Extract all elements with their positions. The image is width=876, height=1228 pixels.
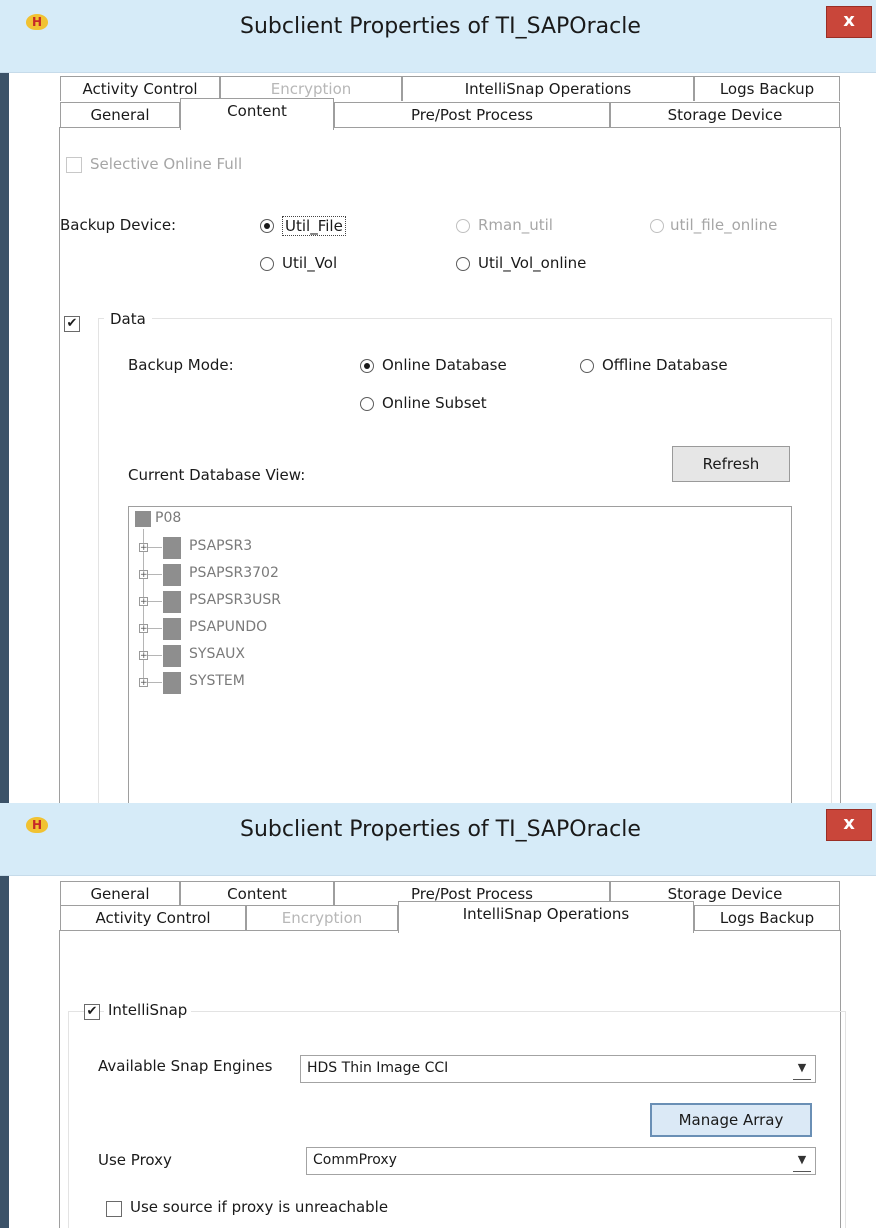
expand-icon[interactable]: + <box>139 543 148 553</box>
snap-engine-value: HDS Thin Image CCI <box>307 1060 449 1076</box>
tab-logs-backup[interactable]: Logs Backup <box>694 76 840 101</box>
intellisnap-label: IntelliSnap <box>104 1001 192 1019</box>
tablespace-icon <box>163 645 181 667</box>
tab-intellisnap-operations[interactable]: IntelliSnap Operations <box>398 901 694 933</box>
tab-encryption[interactable]: Encryption <box>246 905 398 930</box>
offline-database-label: Offline Database <box>602 356 728 374</box>
expand-icon[interactable]: + <box>139 570 148 580</box>
data-checkbox[interactable]: ✔ <box>64 316 80 332</box>
use-proxy-label: Use Proxy <box>98 1151 172 1169</box>
tree-connector <box>148 601 162 602</box>
title-bar: H Subclient Properties of TI_SAPOracle x <box>0 0 876 73</box>
tree-connector <box>148 574 162 575</box>
util-vol-online-label: Util_Vol_online <box>478 254 587 272</box>
database-tree-view[interactable]: P08 + PSAPSR3 + PSAPSR3702 + PSAPSR3USR … <box>128 506 792 803</box>
window-title: Subclient Properties of TI_SAPOracle <box>240 817 641 842</box>
tablespace-icon <box>163 672 181 694</box>
tab-row-front: General Content Pre/Post Process Storage… <box>60 98 840 130</box>
tablespace-icon <box>163 618 181 640</box>
left-window-edge <box>0 0 9 803</box>
online-subset-radio[interactable] <box>360 397 374 411</box>
tablespace-icon <box>163 537 181 559</box>
tree-root-label: P08 <box>155 510 182 526</box>
tree-item-label[interactable]: SYSTEM <box>189 673 245 689</box>
tab-activity-control[interactable]: Activity Control <box>60 905 246 930</box>
util-vol-online-radio[interactable] <box>456 257 470 271</box>
window-title: Subclient Properties of TI_SAPOracle <box>240 14 641 39</box>
tab-general[interactable]: General <box>60 102 180 127</box>
proxy-dropdown[interactable]: CommProxy ▼ <box>306 1147 816 1175</box>
tree-connector <box>148 682 162 683</box>
expand-icon[interactable]: + <box>139 651 148 661</box>
chevron-down-icon[interactable]: ▼ <box>793 1059 811 1080</box>
chevron-down-icon[interactable]: ▼ <box>793 1151 811 1172</box>
tablespace-icon <box>163 591 181 613</box>
tab-storage-device[interactable]: Storage Device <box>610 102 840 127</box>
app-logo-icon: H <box>26 817 48 833</box>
util-file-label: Util_File <box>282 216 346 236</box>
title-bar: H Subclient Properties of TI_SAPOracle x <box>0 803 876 876</box>
util-vol-radio[interactable] <box>260 257 274 271</box>
tab-intellisnap-operations[interactable]: IntelliSnap Operations <box>402 76 694 101</box>
tab-general[interactable]: General <box>60 881 180 906</box>
tree-connector <box>148 655 162 656</box>
data-label: Data <box>104 310 152 328</box>
backup-device-label: Backup Device: <box>60 216 177 234</box>
selective-online-full-label: Selective Online Full <box>90 155 243 173</box>
util-file-radio[interactable] <box>260 219 274 233</box>
close-button[interactable]: x <box>826 6 872 38</box>
tablespace-icon <box>163 564 181 586</box>
rman-util-label: Rman_util <box>478 216 553 234</box>
tab-content[interactable]: Content <box>180 881 334 906</box>
manage-array-button[interactable]: Manage Array <box>650 1103 812 1137</box>
proxy-value: CommProxy <box>313 1152 397 1168</box>
online-subset-label: Online Subset <box>382 394 487 412</box>
util-file-online-radio[interactable] <box>650 219 664 233</box>
use-source-label: Use source if proxy is unreachable <box>130 1198 389 1216</box>
database-icon <box>135 511 151 527</box>
tree-connector <box>148 547 162 548</box>
online-database-radio[interactable] <box>360 359 374 373</box>
bottom-dialog: H Subclient Properties of TI_SAPOracle x… <box>0 803 876 1228</box>
expand-icon[interactable]: + <box>139 624 148 634</box>
snap-engine-dropdown[interactable]: HDS Thin Image CCI ▼ <box>300 1055 816 1083</box>
rman-util-radio[interactable] <box>456 219 470 233</box>
app-logo-icon: H <box>26 14 48 30</box>
selective-online-full-checkbox[interactable] <box>66 157 82 173</box>
snap-engines-label: Available Snap Engines <box>98 1057 273 1075</box>
refresh-button[interactable]: Refresh <box>672 446 790 482</box>
top-dialog: H Subclient Properties of TI_SAPOracle x… <box>0 0 876 803</box>
tab-pre-post-process[interactable]: Pre/Post Process <box>334 102 610 127</box>
current-database-view-label: Current Database View: <box>128 466 306 484</box>
expand-icon[interactable]: + <box>139 597 148 607</box>
tab-row-back: Activity Control Encryption IntelliSnap … <box>60 76 840 102</box>
tree-item-label[interactable]: PSAPUNDO <box>189 619 267 635</box>
util-vol-label: Util_Vol <box>282 254 338 272</box>
use-source-checkbox[interactable] <box>106 1201 122 1217</box>
close-button[interactable]: x <box>826 809 872 841</box>
tree-item-label[interactable]: PSAPSR3702 <box>189 565 279 581</box>
online-database-label: Online Database <box>382 356 507 374</box>
tree-connector <box>148 628 162 629</box>
tree-item-label[interactable]: SYSAUX <box>189 646 245 662</box>
tree-item-label[interactable]: PSAPSR3 <box>189 538 252 554</box>
util-file-online-label: util_file_online <box>670 216 778 234</box>
intellisnap-checkbox[interactable]: ✔ <box>84 1004 100 1020</box>
tab-row-front: Activity Control Encryption IntelliSnap … <box>60 901 840 933</box>
backup-mode-label: Backup Mode: <box>128 356 234 374</box>
tab-content[interactable]: Content <box>180 98 334 130</box>
offline-database-radio[interactable] <box>580 359 594 373</box>
tab-logs-backup[interactable]: Logs Backup <box>694 905 840 930</box>
expand-icon[interactable]: + <box>139 678 148 688</box>
tree-item-label[interactable]: PSAPSR3USR <box>189 592 281 608</box>
